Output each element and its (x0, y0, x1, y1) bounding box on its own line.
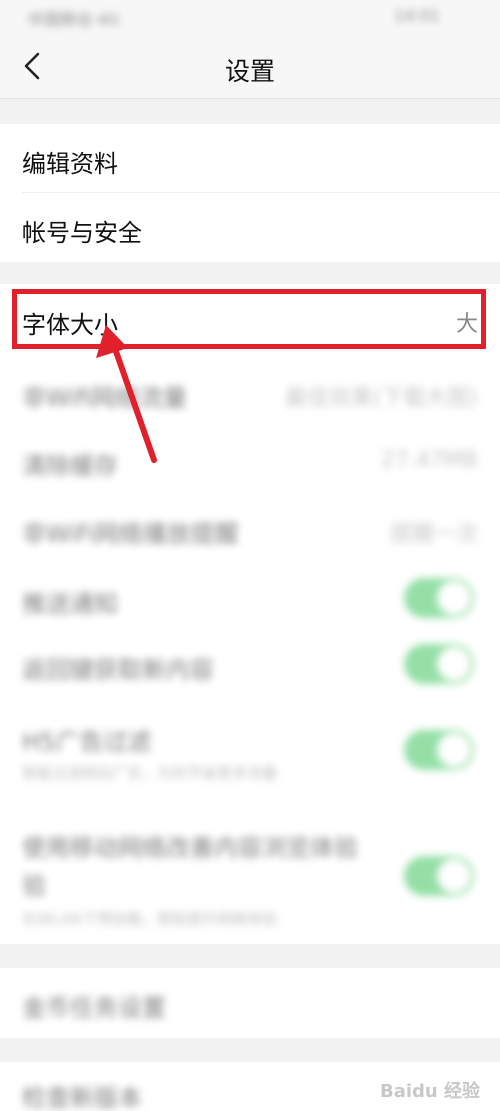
mobile-network-toggle[interactable] (404, 856, 474, 896)
carrier-text: 中国移动 4G (28, 10, 120, 29)
coin-task-label: 金币任务设置 (22, 994, 166, 1022)
mobile-network-sub: 在WLAN下预加载，帮助提升网络体验 (22, 910, 278, 928)
wifi-play-reminder-label: 非WiFi网络播放提醒 (22, 520, 239, 548)
navigation-bar: 设置 (0, 34, 500, 99)
wifi-traffic-row[interactable]: 非Wifi网络流量 最佳效果(下载大图) (0, 360, 500, 424)
clear-cache-label: 清除缓存 (22, 452, 118, 480)
account-group: 编辑资料 帐号与安全 (0, 124, 500, 262)
push-notification-toggle[interactable] (404, 578, 474, 618)
account-security-label: 帐号与安全 (22, 219, 142, 247)
wifi-traffic-value: 最佳效果(下载大图) (284, 386, 478, 411)
preferences-group: 字体大小 大 非Wifi网络流量 最佳效果(下载大图) 清除缓存 27.47MB… (0, 284, 500, 944)
back-refresh-row: 返回键获取新内容 (0, 632, 500, 696)
cache-size-value: 27.47MB (380, 448, 478, 473)
back-refresh-toggle[interactable] (404, 644, 474, 684)
clear-cache-row[interactable]: 清除缓存 27.47MB (0, 428, 500, 492)
edit-profile-label: 编辑资料 (22, 150, 118, 178)
h5-ad-filter-label: H5广告过滤 (22, 728, 152, 756)
push-notification-row: 推送通知 (0, 566, 500, 630)
task-group: 金币任务设置 (0, 968, 500, 1038)
settings-screen: 中国移动 4G 14:01 设置 编辑资料 帐号与安全 字体大小 大 非Wifi… (0, 0, 500, 1111)
h5-ad-filter-row: H5广告过滤 智能过滤网站广告，为你节省更多流量 (0, 704, 500, 794)
back-refresh-label: 返回键获取新内容 (22, 656, 214, 684)
status-bar: 中国移动 4G 14:01 (0, 0, 500, 34)
h5-ad-filter-sub: 智能过滤网站广告，为你节省更多流量 (22, 764, 278, 782)
mobile-network-row: 使用移动网络改善内容浏览体验 验 在WLAN下预加载，帮助提升网络体验 (0, 810, 500, 940)
push-notification-label: 推送通知 (22, 590, 118, 618)
mobile-network-label-wrap: 验 (22, 872, 46, 900)
h5-ad-filter-toggle[interactable] (404, 730, 474, 770)
wifi-play-reminder-row[interactable]: 非WiFi网络播放提醒 提醒一次 (0, 496, 500, 560)
check-update-label: 检查新版本 (22, 1084, 142, 1111)
wifi-play-reminder-value: 提醒一次 (389, 522, 478, 547)
mobile-network-label: 使用移动网络改善内容浏览体验 (22, 834, 358, 862)
edit-profile-row[interactable]: 编辑资料 (0, 124, 500, 192)
watermark-logo: Baidu 经验 (379, 1081, 480, 1102)
wifi-traffic-label: 非Wifi网络流量 (22, 384, 187, 412)
account-security-row[interactable]: 帐号与安全 (0, 193, 500, 261)
page-title: 设置 (224, 57, 275, 86)
highlight-box (12, 289, 486, 349)
clock-text: 14:01 (393, 6, 440, 25)
coin-task-row[interactable]: 金币任务设置 (0, 968, 500, 1038)
